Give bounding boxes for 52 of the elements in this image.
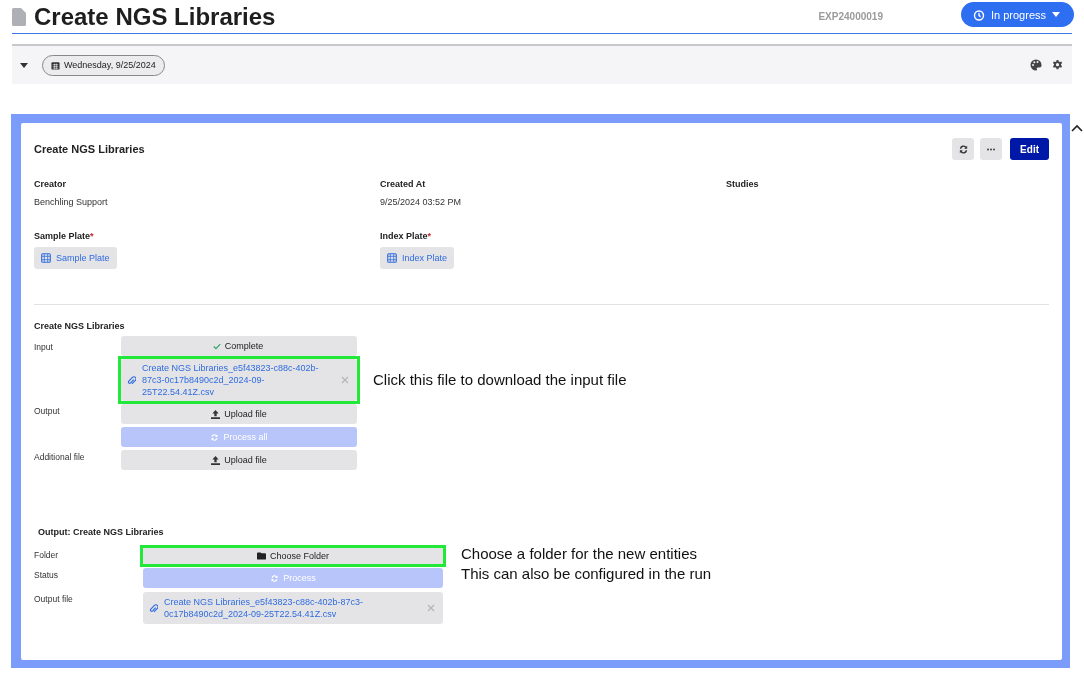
folder-icon: [256, 552, 266, 560]
upload-icon: [211, 409, 221, 419]
field-label: Sample Plate*: [34, 231, 94, 241]
edit-button[interactable]: Edit: [1010, 138, 1049, 160]
row-label: Output file: [34, 594, 73, 604]
status-dropdown[interactable]: In progress: [960, 2, 1074, 27]
plate-icon: [41, 253, 51, 263]
settings-icon[interactable]: [1052, 59, 1063, 71]
check-icon: [212, 342, 221, 350]
date-chip[interactable]: Wednesday, 9/25/2024: [42, 54, 165, 76]
refresh-button[interactable]: [952, 138, 975, 160]
caret-icon[interactable]: [20, 62, 28, 68]
upload-button[interactable]: Upload file: [121, 404, 357, 424]
field-value: Benchling Support: [34, 197, 108, 207]
field-label: Studies: [726, 179, 759, 189]
entity-chip[interactable]: Sample Plate: [34, 247, 117, 269]
page-title: Create NGS Libraries: [34, 2, 277, 31]
refresh-icon: [210, 432, 220, 442]
collapse-icon[interactable]: [1071, 124, 1083, 132]
section-title: Create NGS Libraries: [34, 321, 126, 331]
entity-chip[interactable]: Index Plate: [380, 247, 455, 269]
choose-folder-button[interactable]: Choose Folder: [143, 548, 443, 564]
status-bar[interactable]: Complete: [121, 336, 357, 356]
card-title: Create NGS Libraries: [34, 143, 145, 155]
row-label: Output: [34, 406, 60, 416]
field-label: Created At: [380, 179, 426, 189]
file-link[interactable]: Create NGS Libraries_e5f43823-c88c-402b-87c3-0c17b8490c2d_2024-09-25T22.54.41Z.csv: [164, 596, 401, 620]
upload-icon: [211, 455, 221, 465]
plate-icon: [387, 253, 397, 263]
experiment-id: EXP24000019: [818, 11, 883, 22]
refresh-icon: [957, 143, 969, 155]
annotation-text: Choose a folder for the new entities: [461, 544, 698, 564]
annotation-text: This can also be configured in the run: [461, 564, 713, 584]
palette-icon[interactable]: [1030, 59, 1042, 71]
annotation-text: Click this file to download the input file: [373, 370, 628, 390]
document-icon: [12, 8, 26, 26]
row-label: Status: [34, 570, 59, 580]
field-label: Creator: [34, 179, 66, 189]
section-title: Output: Create NGS Libraries: [38, 527, 165, 537]
paperclip-icon: [127, 374, 136, 386]
field-value: 9/25/2024 03:52 PM: [380, 197, 462, 207]
row-label: Folder: [34, 550, 59, 560]
field-label: Index Plate*: [380, 231, 432, 241]
row-label: Input: [34, 342, 53, 352]
row-label: Additional file: [34, 452, 85, 462]
paperclip-icon: [149, 602, 158, 614]
upload-button[interactable]: Upload file: [121, 450, 357, 470]
timer-icon: [972, 8, 985, 21]
more-icon: [986, 147, 997, 151]
caret-icon: [1052, 12, 1060, 17]
calendar-icon: [51, 60, 60, 70]
refresh-icon: [270, 573, 280, 583]
